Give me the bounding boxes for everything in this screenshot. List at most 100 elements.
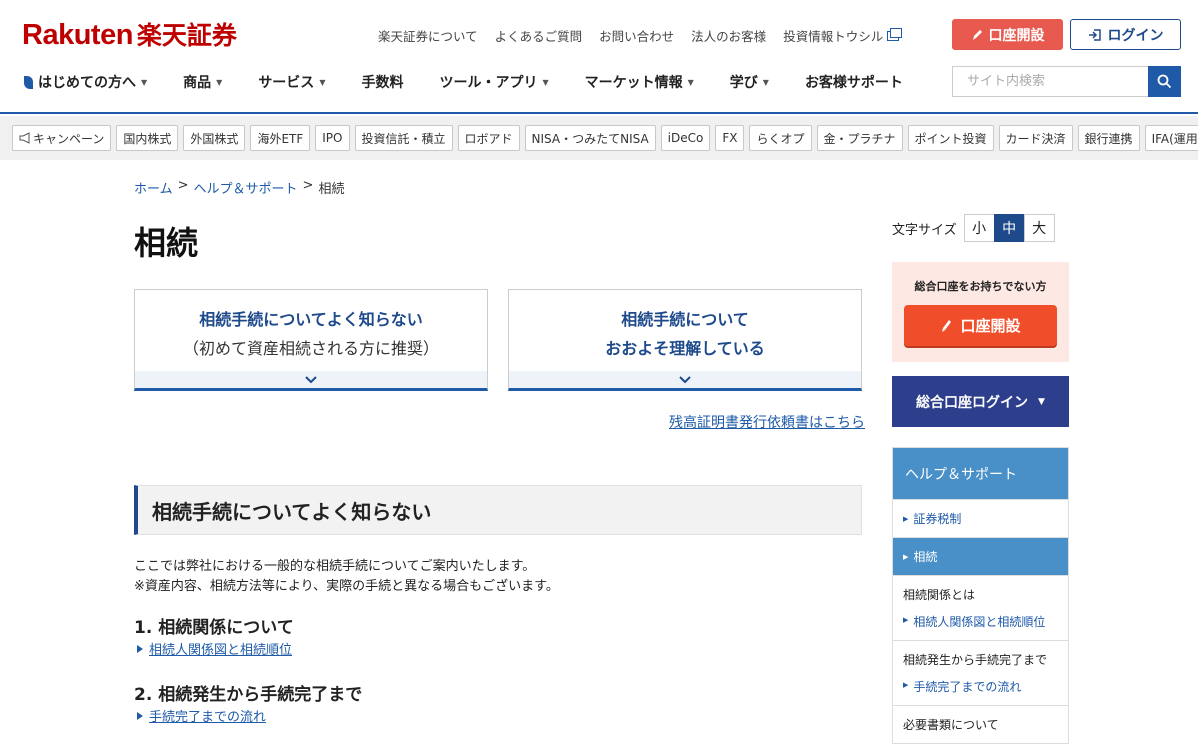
font-size-label: 文字サイズ <box>892 222 957 238</box>
section-intro: ここでは弊社における一般的な相続手続についてご案内いたします。 ※資産内容、相続… <box>134 557 559 597</box>
sidebar-subitem-label: 手続完了までの流れ <box>913 680 1022 694</box>
sidebar-subitem-flow[interactable]: ▶ 手続完了までの流れ <box>903 678 1058 695</box>
caret-down-icon: ▼ <box>762 77 769 87</box>
nav-label: 商品 <box>183 75 212 91</box>
subsection-title-1: 1. 相続関係について <box>134 618 294 638</box>
chip-card-payment[interactable]: カード決済 <box>998 125 1073 151</box>
nav-label: マーケット情報 <box>584 75 683 91</box>
chip-ideco[interactable]: iDeCo <box>660 125 711 151</box>
nav-item-support[interactable]: お客様サポート <box>805 72 903 92</box>
breadcrumb-separator: > <box>177 178 189 193</box>
pencil-icon <box>942 319 952 332</box>
breadcrumb: ホーム > ヘルプ＆サポート > 相続 <box>134 178 344 197</box>
login-button[interactable]: ログイン <box>1070 19 1181 50</box>
sidebar-subitem-label: 相続人関係図と相続順位 <box>913 615 1046 629</box>
link-label: 相続人関係図と相続順位 <box>149 643 293 658</box>
nav-item-beginners[interactable]: はじめての方へ ▼ <box>24 72 147 92</box>
beginner-guide-card[interactable]: 相続手続についてよく知らない （初めて資産相続される方に推奨） <box>134 289 488 391</box>
triangle-right-icon: ▶ <box>903 514 909 523</box>
login-icon <box>1088 28 1101 41</box>
chip-domestic-stock[interactable]: 国内株式 <box>116 125 179 151</box>
util-link-contact[interactable]: お問い合わせ <box>599 26 674 45</box>
chip-mutual-funds[interactable]: 投資信託・積立 <box>354 125 453 151</box>
rakuten-logo[interactable]: Rakuten 楽天証券 <box>22 16 237 51</box>
chip-ifa[interactable]: IFA(運用相談) <box>1144 125 1198 151</box>
promo-text: 総合口座をお持ちでない方 <box>914 280 1047 293</box>
font-size-large-button[interactable]: 大 <box>1023 214 1055 242</box>
chip-bank-link[interactable]: 銀行連携 <box>1077 125 1140 151</box>
card-expand-strip <box>135 371 487 388</box>
search-input[interactable] <box>952 66 1148 97</box>
sidebar-group-title: 必要書類について <box>903 718 999 732</box>
subsection-link-1[interactable]: 相続人関係図と相続順位 <box>137 639 292 658</box>
chip-nisa[interactable]: NISA・つみたてNISA <box>524 125 656 151</box>
card-expand-strip <box>509 371 861 388</box>
nav-item-services[interactable]: サービス ▼ <box>258 72 325 92</box>
util-link-toushiru-wrap[interactable]: 投資情報トウシル <box>783 26 903 45</box>
experienced-guide-card[interactable]: 相続手続について おおよそ理解している <box>508 289 862 391</box>
util-link-about[interactable]: 楽天証券について <box>378 26 478 45</box>
util-link-faq[interactable]: よくあるご質問 <box>495 26 583 45</box>
card-title: 相続手続についてよく知らない <box>199 310 423 329</box>
triangle-right-icon <box>137 644 143 653</box>
chip-foreign-etf[interactable]: 海外ETF <box>250 125 311 151</box>
sidebar-subitem-relations[interactable]: ▶ 相続人関係図と相続順位 <box>903 613 1058 630</box>
utility-links: 楽天証券について よくあるご質問 お問い合わせ 法人のお客様 投資情報トウシル <box>378 26 903 45</box>
nav-label: サービス <box>258 75 315 91</box>
caret-down-icon: ▼ <box>216 77 223 87</box>
breadcrumb-home[interactable]: ホーム <box>134 178 173 197</box>
promo-button-label: 口座開設 <box>960 317 1021 335</box>
sidebar-group-documents: 必要書類について <box>893 705 1068 743</box>
site-search <box>952 66 1181 97</box>
chip-point-invest[interactable]: ポイント投資 <box>907 125 994 151</box>
nav-item-tools[interactable]: ツール・アプリ ▼ <box>439 72 548 92</box>
site-header: Rakuten 楽天証券 楽天証券について よくあるご質問 お問い合わせ 法人の… <box>0 0 1198 114</box>
chip-options[interactable]: らくオプ <box>749 125 812 151</box>
balance-certificate-link[interactable]: 残高証明書発行依頼書はこちら <box>669 412 865 432</box>
logo-jp-text: 楽天証券 <box>136 21 237 50</box>
nav-item-products[interactable]: 商品 ▼ <box>183 72 222 92</box>
subsection-title-2: 2. 相続発生から手続完了まで <box>134 685 363 705</box>
nav-item-fees[interactable]: 手数料 <box>361 72 403 92</box>
open-account-button[interactable]: 口座開設 <box>952 19 1063 50</box>
chip-foreign-stock[interactable]: 外国株式 <box>183 125 246 151</box>
chip-gold-platinum[interactable]: 金・プラチナ <box>816 125 903 151</box>
card-subtitle: おおよそ理解している <box>605 339 765 358</box>
caret-down-icon: ▼ <box>141 77 148 87</box>
open-account-promo: 総合口座をお持ちでない方 口座開設 <box>892 262 1069 362</box>
sidebar-item-label: 証券税制 <box>913 512 962 526</box>
font-size-small-button[interactable]: 小 <box>963 214 995 242</box>
login-label: ログイン <box>1107 27 1164 44</box>
sidebar-nav-head[interactable]: ヘルプ＆サポート <box>893 448 1068 499</box>
chip-label: キャンペーン <box>33 131 105 146</box>
util-link-toushiru[interactable]: 投資情報トウシル <box>783 26 883 45</box>
caret-down-icon: ▼ <box>687 77 694 87</box>
nav-item-learn[interactable]: 学び ▼ <box>730 72 769 92</box>
breadcrumb-help[interactable]: ヘルプ＆サポート <box>194 178 298 197</box>
sidebar-group-procedure: 相続発生から手続完了まで ▶ 手続完了までの流れ <box>893 640 1068 705</box>
chip-campaign[interactable]: キャンペーン <box>12 125 112 151</box>
font-size-medium-button[interactable]: 中 <box>993 214 1025 242</box>
chevron-down-icon <box>305 375 317 383</box>
subsection-link-2[interactable]: 手続完了までの流れ <box>137 706 266 725</box>
nav-label: はじめての方へ <box>38 75 136 91</box>
chip-roboadvisor[interactable]: ロボアド <box>457 125 520 151</box>
util-link-corporate[interactable]: 法人のお客様 <box>691 26 766 45</box>
sidebar-item-tax[interactable]: ▶ 証券税制 <box>893 499 1068 537</box>
nav-label: 学び <box>729 75 758 91</box>
nav-item-market[interactable]: マーケット情報 ▼ <box>585 72 694 92</box>
chip-fx[interactable]: FX <box>715 125 745 151</box>
search-button[interactable] <box>1148 66 1181 97</box>
sidebar-group-relations: 相続関係とは ▶ 相続人関係図と相続順位 <box>893 575 1068 640</box>
logo-latin-text: Rakuten <box>22 19 133 51</box>
card-title: 相続手続について <box>621 310 749 329</box>
page-title: 相続 <box>134 224 199 262</box>
sidebar-nav: ヘルプ＆サポート ▶ 証券税制 ▶ 相続 相続関係とは ▶ 相続人関係図と相続順… <box>892 447 1069 744</box>
triangle-right-icon <box>137 711 143 720</box>
nav-label: 手数料 <box>361 75 404 91</box>
chip-ipo[interactable]: IPO <box>315 125 350 151</box>
pencil-icon <box>972 29 982 40</box>
account-login-button[interactable]: 総合口座ログイン ▼ <box>892 376 1069 427</box>
promo-open-account-button[interactable]: 口座開設 <box>904 305 1057 346</box>
sidebar-item-inheritance[interactable]: ▶ 相続 <box>893 537 1068 575</box>
